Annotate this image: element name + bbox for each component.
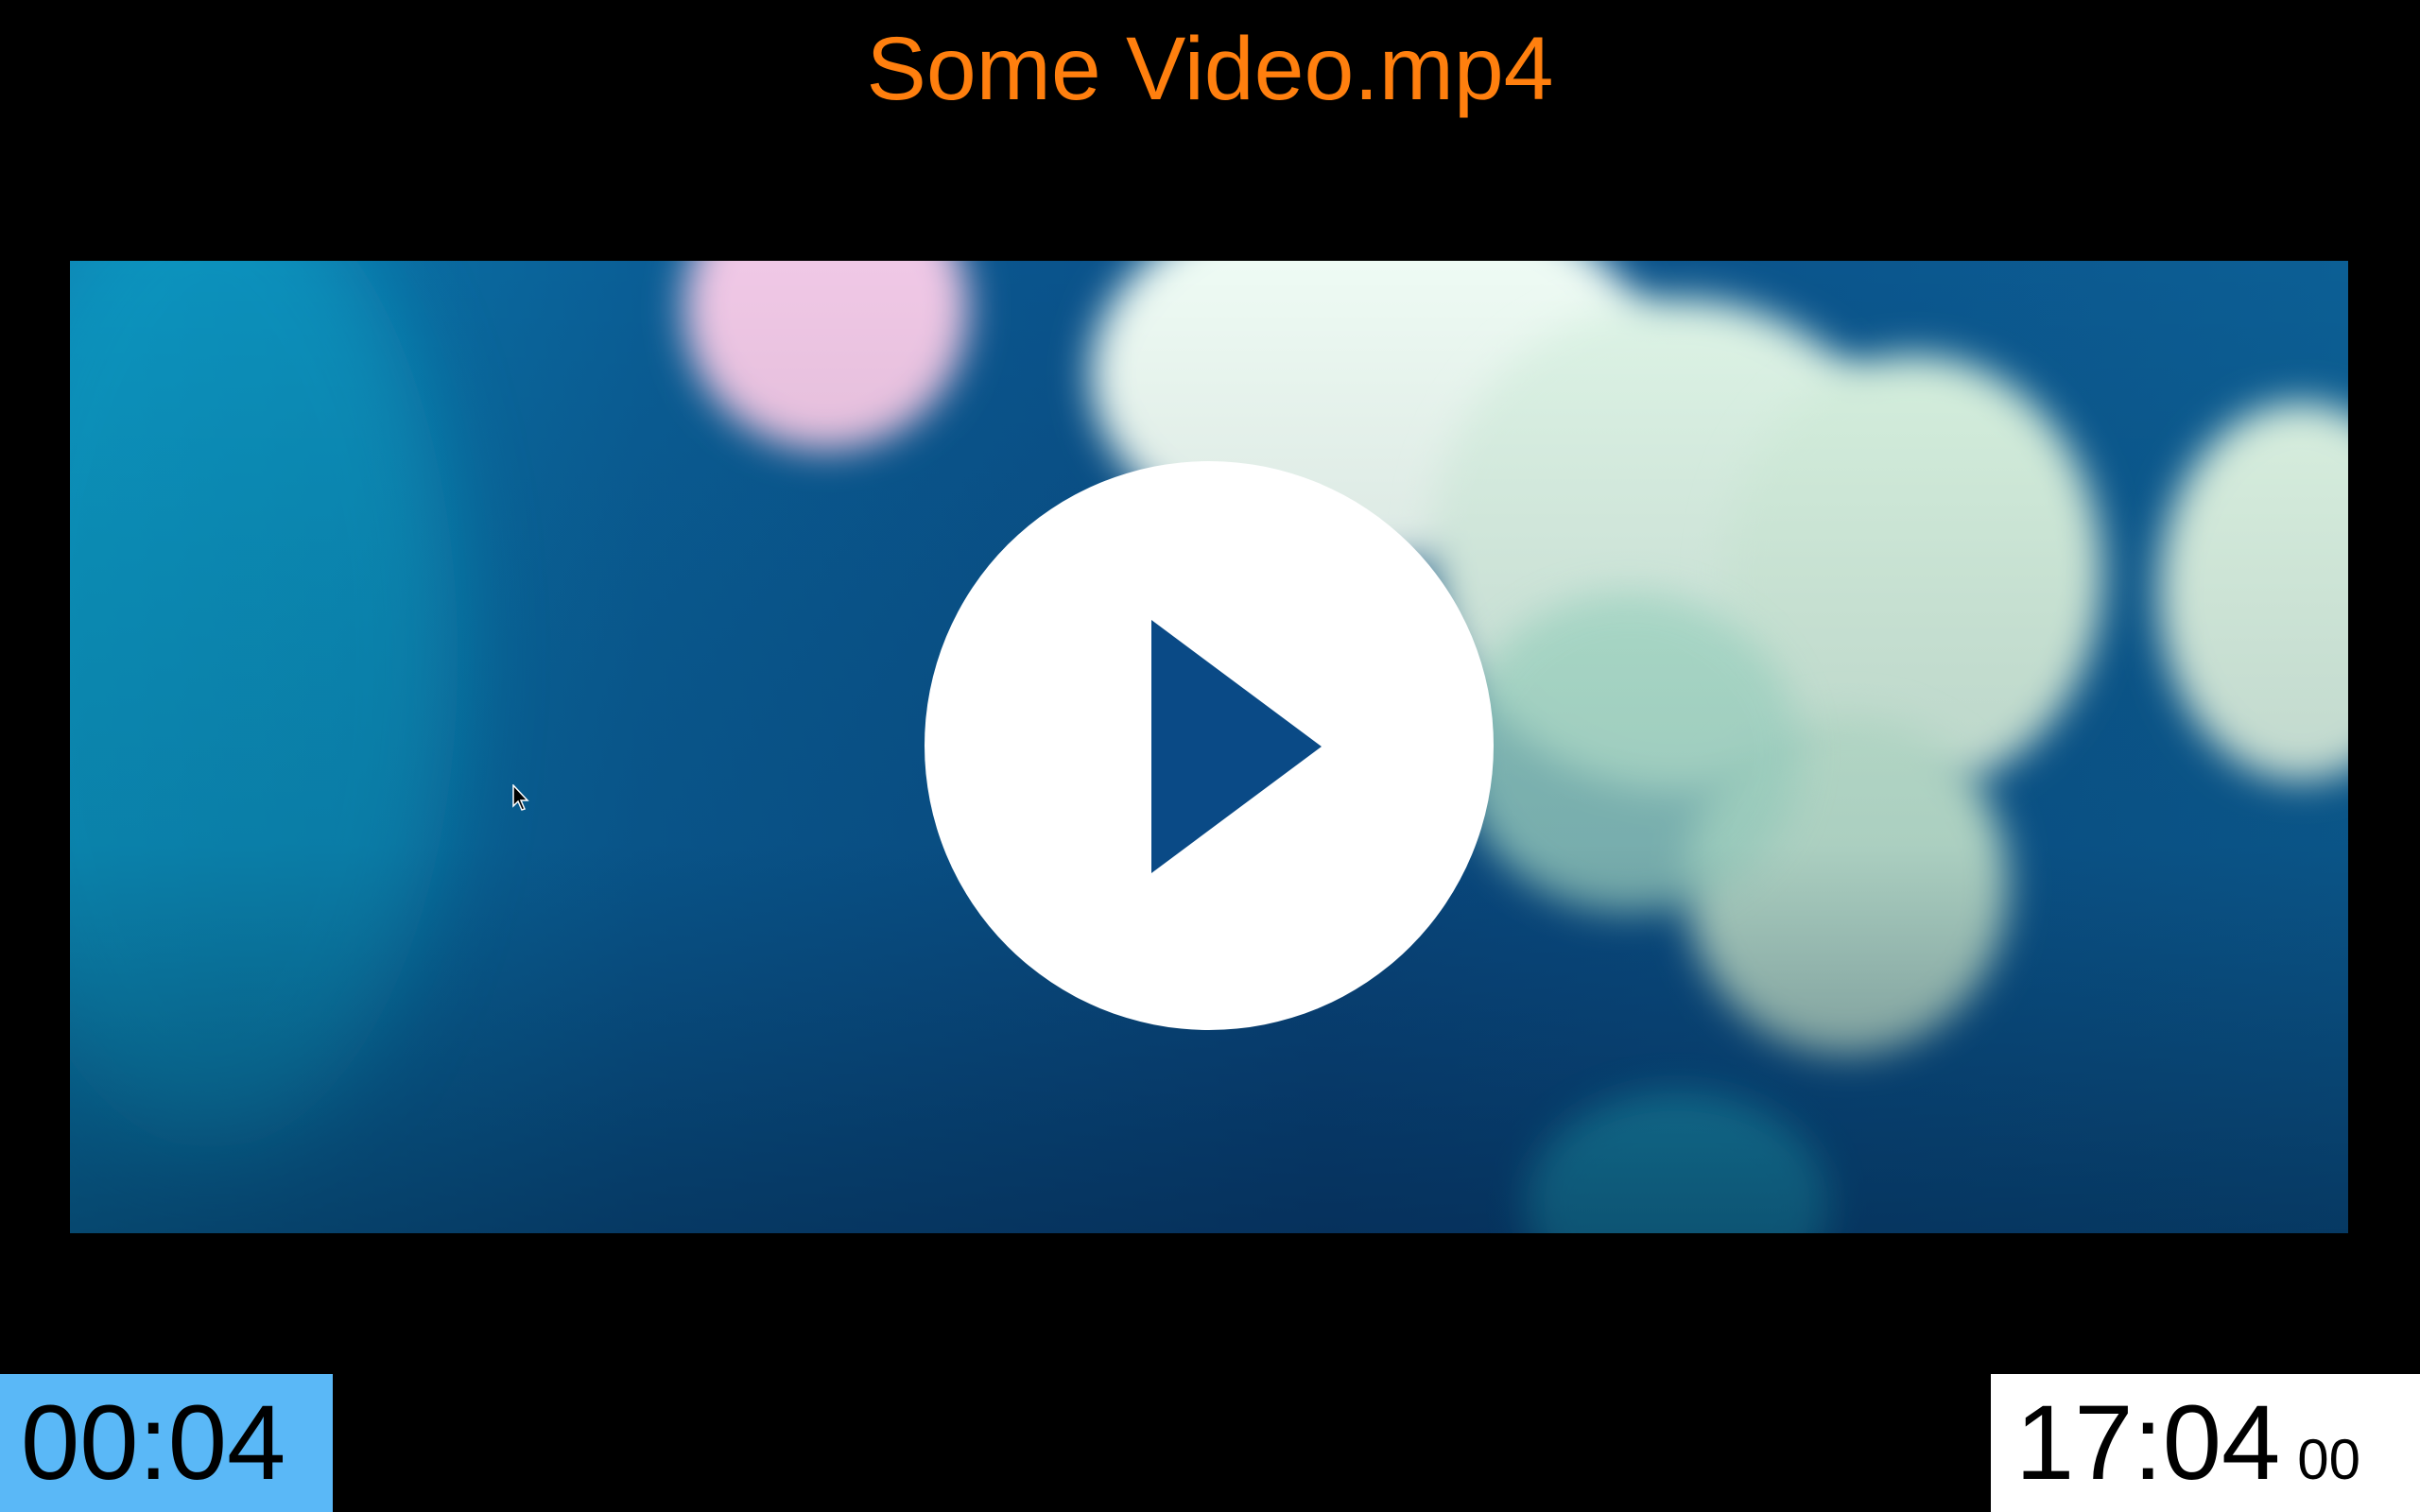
video-frame[interactable] — [70, 261, 2348, 1233]
mouse-pointer-icon — [512, 784, 529, 811]
video-title: Some Video.mp4 — [866, 19, 1554, 119]
clock-display: 17:04 00 — [1991, 1374, 2420, 1512]
clock-seconds: 00 — [2297, 1428, 2361, 1491]
elapsed-time: 00:04 — [0, 1374, 333, 1512]
play-button[interactable] — [925, 461, 1494, 1030]
clock-hours-minutes: 17:04 — [2015, 1383, 2281, 1502]
play-icon — [1151, 620, 1322, 873]
video-player-screen: Some Video.mp4 00:04 17:04 00 — [0, 0, 2420, 1512]
